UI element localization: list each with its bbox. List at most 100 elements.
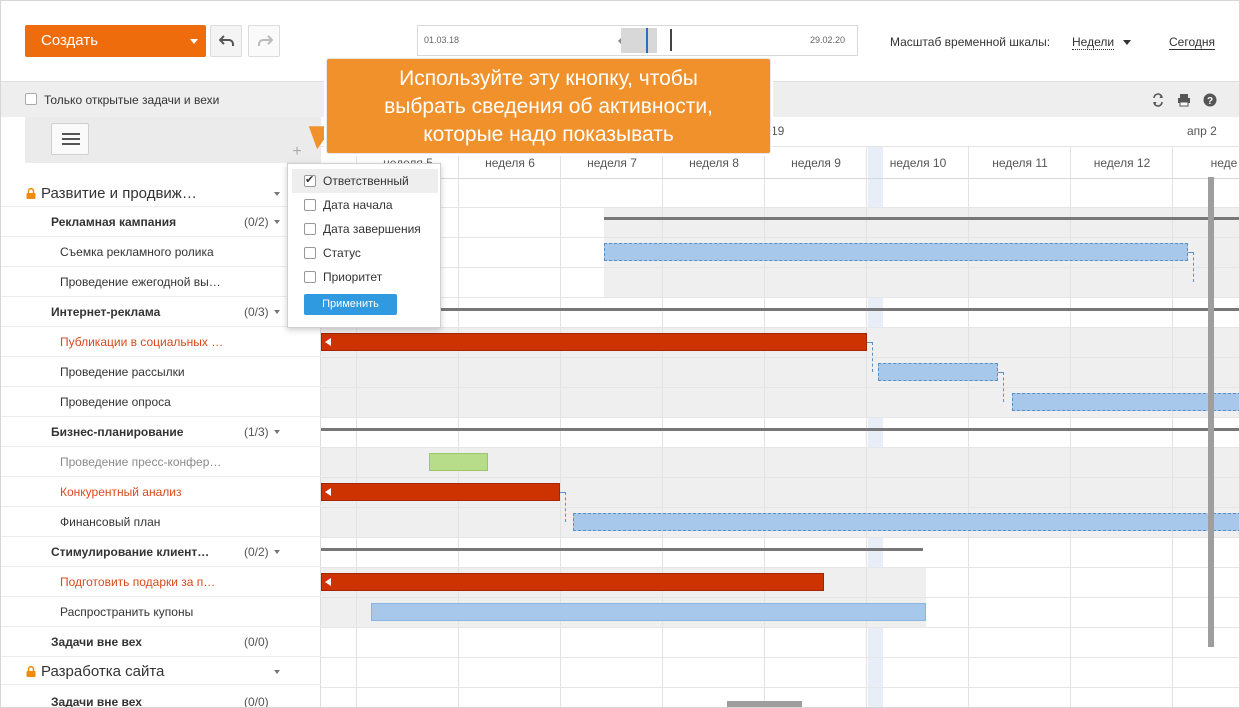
timescale-select[interactable]: Недели xyxy=(1072,35,1115,50)
row-gridline xyxy=(321,537,1239,538)
task-bar[interactable] xyxy=(604,243,1188,261)
column-option[interactable]: Статус xyxy=(292,241,438,265)
print-icon[interactable] xyxy=(1177,93,1191,107)
week-label: неделя 11 xyxy=(992,156,1048,170)
tree-task-row[interactable]: Подготовить подарки за п… xyxy=(1,567,321,597)
tree-task-row[interactable]: Конкурентный анализ xyxy=(1,477,321,507)
chevron-down-icon[interactable] xyxy=(274,192,280,196)
column-option[interactable]: Дата завершения xyxy=(292,217,438,241)
plus-icon[interactable]: + xyxy=(287,143,307,161)
tree-row-count: (0/2) xyxy=(244,215,269,229)
tree-task-row[interactable]: Проведение ежегодной вы… xyxy=(1,267,321,297)
only-open-checkbox[interactable] xyxy=(25,93,37,105)
tree-row-label: Съемка рекламного ролика xyxy=(60,245,214,259)
gantt-chart: 19 апр 2 4неделя 5неделя 6неделя 7неделя… xyxy=(321,117,1239,707)
task-bar-completed[interactable] xyxy=(429,453,488,471)
column-option-checkbox[interactable] xyxy=(304,271,316,283)
tree-task-row[interactable]: Проведение опроса xyxy=(1,387,321,417)
chevron-down-icon[interactable] xyxy=(274,310,280,314)
task-bar[interactable] xyxy=(371,603,926,621)
chevron-down-icon[interactable] xyxy=(274,550,280,554)
tree-task-row[interactable]: Распространить купоны xyxy=(1,597,321,627)
svg-text:?: ? xyxy=(1207,96,1213,107)
tree-row-count: (1/3) xyxy=(244,425,269,439)
vertical-scrollbar[interactable] xyxy=(1208,177,1214,647)
tree-row-label: Проведение ежегодной вы… xyxy=(60,275,221,289)
timeline-start-date: 01.03.18 xyxy=(424,35,460,45)
timeline-range-slider[interactable]: 01.03.18 29.02.20 xyxy=(417,25,858,56)
tree-task-row[interactable]: Проведение пресс-конфер… xyxy=(1,447,321,477)
horizontal-scrollbar[interactable] xyxy=(727,701,802,707)
menu-button[interactable] xyxy=(51,123,89,155)
tree-row-count: (0/0) xyxy=(244,635,269,649)
tree-milestone-row[interactable]: Стимулирование клиент… (0/2) xyxy=(1,537,321,567)
tree-milestone-row[interactable]: Бизнес-планирование (1/3) xyxy=(1,417,321,447)
column-option-checkbox[interactable] xyxy=(304,247,316,259)
tree-project-row[interactable]: Разработка сайта xyxy=(1,657,321,685)
tree-task-row[interactable]: Финансовый план xyxy=(1,507,321,537)
dependency-link xyxy=(867,342,873,372)
row-gridline xyxy=(321,387,1239,388)
column-option[interactable]: Ответственный xyxy=(292,169,438,193)
row-gridline xyxy=(321,267,1239,268)
column-option[interactable]: Приоритет xyxy=(292,265,438,289)
tree-row-label: Стимулирование клиент… xyxy=(51,545,210,559)
column-option-checkbox[interactable] xyxy=(304,199,316,211)
undo-icon xyxy=(219,35,234,46)
tree-task-row[interactable]: Съемка рекламного ролика xyxy=(1,237,321,267)
tree-task-row[interactable]: Публикации в социальных … xyxy=(1,327,321,357)
task-bar[interactable] xyxy=(878,363,998,381)
task-bar-overdue[interactable] xyxy=(321,333,867,351)
apply-button[interactable]: Применить xyxy=(304,294,397,315)
tree-milestone-row[interactable]: Задачи вне вех (0/0) xyxy=(1,687,321,708)
redo-icon xyxy=(258,35,273,46)
column-option-checkbox[interactable] xyxy=(304,173,316,187)
redo-button[interactable] xyxy=(248,25,280,57)
task-bar[interactable] xyxy=(573,513,1239,531)
tree-milestone-row[interactable]: Задачи вне вех (0/0) xyxy=(1,627,321,657)
chevron-down-icon[interactable] xyxy=(1123,40,1131,45)
tree-row-count: (0/0) xyxy=(244,695,269,708)
milestone-summary-bar[interactable] xyxy=(321,308,1239,311)
tree-row-label: Распространить купоны xyxy=(60,605,194,619)
timeline-window-handle[interactable] xyxy=(621,28,657,53)
hint-callout: Используйте эту кнопку, чтобы выбрать св… xyxy=(326,58,771,154)
tree-row-label: Развитие и продвиж… xyxy=(41,185,197,202)
column-option-label: Дата завершения xyxy=(323,222,421,236)
create-button[interactable]: Создать xyxy=(25,25,206,57)
milestone-summary-bar[interactable] xyxy=(321,428,1239,431)
chevron-down-icon[interactable] xyxy=(274,670,280,674)
tree-project-row[interactable]: Развитие и продвиж… xyxy=(1,179,321,207)
row-gridline xyxy=(321,327,1239,328)
today-link[interactable]: Сегодня xyxy=(1169,35,1215,50)
help-icon[interactable]: ? xyxy=(1203,93,1217,107)
chevron-down-icon[interactable] xyxy=(190,39,198,44)
column-option[interactable]: Дата начала xyxy=(292,193,438,217)
column-option-label: Приоритет xyxy=(323,270,383,284)
milestone-summary-bar[interactable] xyxy=(321,548,923,551)
callout-line: Используйте эту кнопку, чтобы xyxy=(399,67,698,90)
column-option-label: Дата начала xyxy=(323,198,393,212)
week-label: неделя 10 xyxy=(889,156,947,170)
task-bar[interactable] xyxy=(1012,393,1239,411)
only-open-label[interactable]: Только открытые задачи и вехи xyxy=(44,93,219,107)
row-gridline xyxy=(321,657,1239,658)
chevron-down-icon[interactable] xyxy=(274,220,280,224)
undo-button[interactable] xyxy=(210,25,242,57)
chevron-down-icon[interactable] xyxy=(274,430,280,434)
tree-row-label: Рекламная кампания xyxy=(51,215,177,229)
row-gridline xyxy=(321,567,1239,568)
tree-milestone-row[interactable]: Интернет-реклама (0/3) xyxy=(1,297,321,327)
dependency-link xyxy=(998,372,1004,402)
milestone-summary-bar[interactable] xyxy=(604,217,1239,220)
task-bar-overdue[interactable] xyxy=(321,573,824,591)
refresh-icon[interactable] xyxy=(1151,93,1165,107)
column-option-checkbox[interactable] xyxy=(304,223,316,235)
row-gridline xyxy=(321,357,1239,358)
columns-popup: Ответственный Дата начала Дата завершения С… xyxy=(287,163,441,328)
week-label: неделя 8 xyxy=(689,156,739,170)
tree-task-row[interactable]: Проведение рассылки xyxy=(1,357,321,387)
dependency-link xyxy=(560,492,566,522)
task-bar-overdue[interactable] xyxy=(321,483,560,501)
tree-milestone-row[interactable]: Рекламная кампания (0/2) xyxy=(1,207,321,237)
